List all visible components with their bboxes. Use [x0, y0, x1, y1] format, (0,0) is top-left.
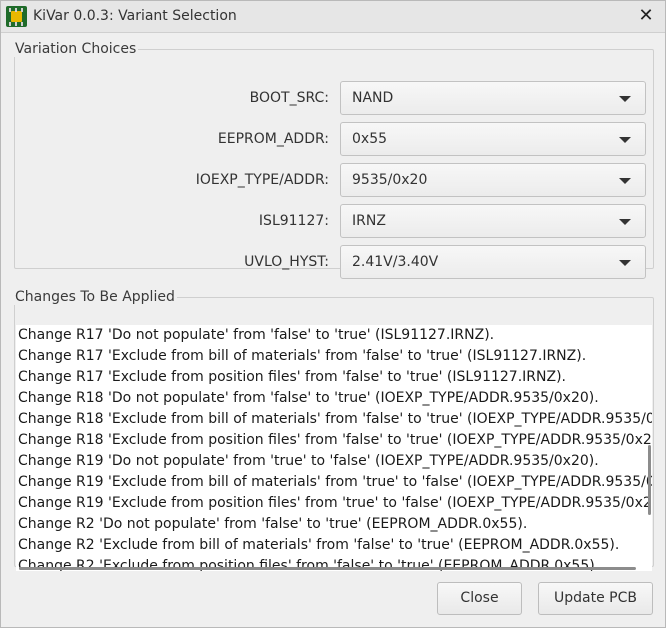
change-line: Change R18 'Exclude from position files'… [18, 432, 652, 448]
boot-src-dropdown[interactable]: NAND [340, 81, 646, 115]
changes-text-area[interactable]: Change R17 'Do not populate' from 'false… [16, 325, 652, 571]
variation-row-boot-src: BOOT_SRC: NAND [15, 81, 653, 117]
change-line: Change R17 'Do not populate' from 'false… [18, 327, 495, 343]
chevron-down-icon [619, 260, 631, 266]
change-line: Change R19 'Exclude from position files'… [18, 495, 652, 511]
change-line: Change R18 'Exclude from bill of materia… [18, 411, 652, 427]
dropdown-value: NAND [352, 90, 394, 106]
changes-group: Changes To Be Applied Change R17 'Do not… [14, 289, 654, 571]
dropdown-value: 2.41V/3.40V [352, 254, 439, 270]
variation-label: UVLO_HYST: [244, 254, 329, 270]
close-button[interactable]: Close [437, 582, 522, 615]
window-title: KiVar 0.0.3: Variant Selection [33, 8, 237, 24]
eeprom-addr-dropdown[interactable]: 0x55 [340, 122, 646, 156]
uvlo-hyst-dropdown[interactable]: 2.41V/3.40V [340, 245, 646, 279]
variation-row-isl91127: ISL91127: IRNZ [15, 204, 653, 240]
change-line: Change R18 'Do not populate' from 'false… [18, 390, 599, 406]
change-line: Change R2 'Do not populate' from 'false'… [18, 516, 528, 532]
variation-label: EEPROM_ADDR: [217, 131, 329, 147]
vertical-scrollbar[interactable] [648, 445, 651, 515]
variation-row-ioexp-type-addr: IOEXP_TYPE/ADDR: 9535/0x20 [15, 163, 653, 199]
chevron-down-icon [619, 219, 631, 225]
variation-label: BOOT_SRC: [249, 90, 329, 106]
title-bar[interactable]: KiVar 0.0.3: Variant Selection ✕ [1, 1, 665, 33]
change-line: Change R2 'Exclude from bill of material… [18, 537, 620, 553]
variation-label: ISL91127: [258, 213, 329, 229]
dropdown-value: 9535/0x20 [352, 172, 428, 188]
change-line: Change R19 'Do not populate' from 'true'… [18, 453, 599, 469]
chevron-down-icon [619, 178, 631, 184]
variant-selection-dialog: KiVar 0.0.3: Variant Selection ✕ Variati… [0, 0, 666, 628]
change-line: Change R17 'Exclude from position files'… [18, 369, 566, 385]
variation-choices-group: Variation Choices BOOT_SRC: NAND EEPROM_… [14, 41, 654, 279]
chevron-down-icon [619, 96, 631, 102]
update-pcb-button[interactable]: Update PCB [538, 582, 653, 615]
kivar-app-icon [6, 6, 27, 27]
variation-choices-legend: Variation Choices [15, 41, 137, 57]
variation-row-uvlo-hyst: UVLO_HYST: 2.41V/3.40V [15, 245, 653, 281]
change-line: Change R19 'Exclude from bill of materia… [18, 474, 652, 490]
chevron-down-icon [619, 137, 631, 143]
change-line: Change R17 'Exclude from bill of materia… [18, 348, 587, 364]
horizontal-scrollbar[interactable] [19, 567, 636, 570]
close-window-icon[interactable]: ✕ [635, 5, 657, 27]
ioexp-type-addr-dropdown[interactable]: 9535/0x20 [340, 163, 646, 197]
variation-label: IOEXP_TYPE/ADDR: [195, 172, 329, 188]
variation-row-eeprom-addr: EEPROM_ADDR: 0x55 [15, 122, 653, 158]
dropdown-value: IRNZ [352, 213, 386, 229]
dropdown-value: 0x55 [352, 131, 388, 147]
isl91127-dropdown[interactable]: IRNZ [340, 204, 646, 238]
changes-legend: Changes To Be Applied [15, 289, 175, 305]
